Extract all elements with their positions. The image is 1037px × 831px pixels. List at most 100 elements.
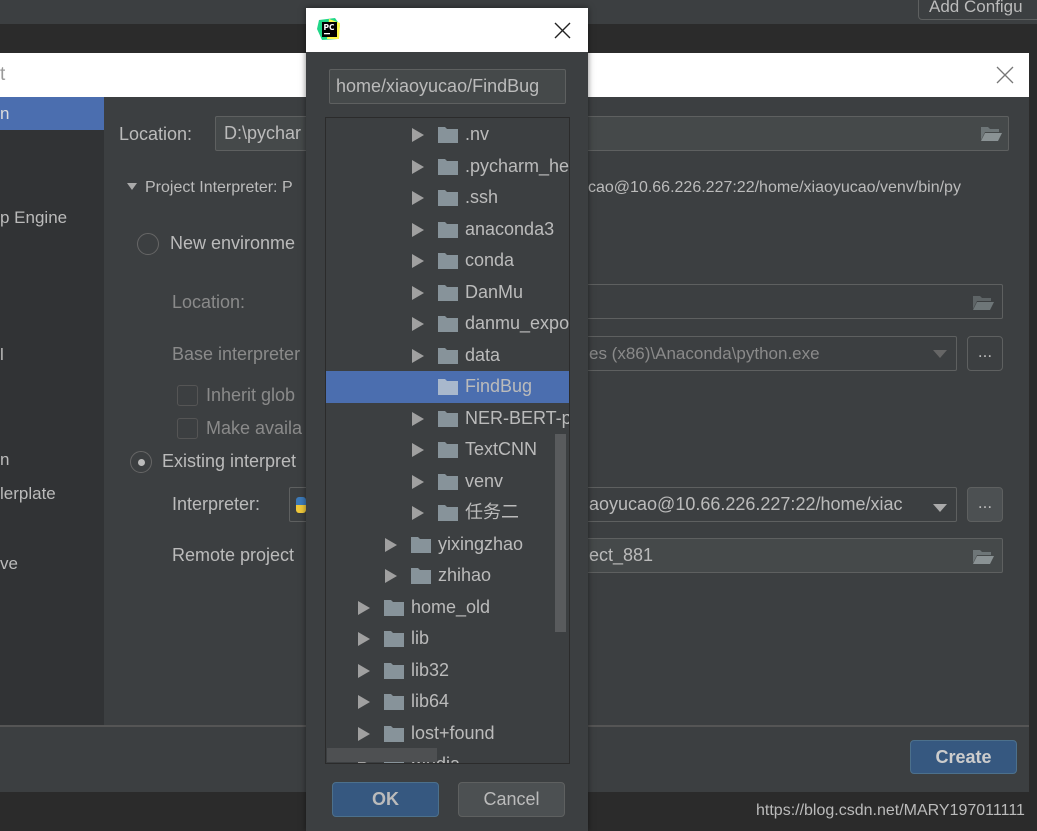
expand-triangle-icon[interactable] (412, 254, 424, 268)
tree-row-label: home_old (411, 596, 491, 617)
tree-row[interactable]: TextCNN (326, 434, 569, 466)
tree-row-label: zhihao (438, 565, 492, 585)
tree-row-label: conda (465, 250, 515, 270)
tree-row[interactable]: 任务二 (326, 497, 569, 529)
vertical-scrollbar[interactable] (555, 434, 566, 632)
tree-row-label: lib (411, 628, 430, 648)
folder-open-icon[interactable] (980, 125, 1002, 141)
expand-triangle-icon[interactable] (412, 128, 424, 142)
folder-open-icon[interactable] (972, 294, 994, 310)
ok-button[interactable]: OK (332, 782, 439, 817)
folder-icon (438, 253, 458, 269)
expand-triangle-icon[interactable] (358, 663, 370, 678)
expand-triangle-icon[interactable] (358, 632, 370, 646)
folder-icon (384, 631, 404, 647)
tree-row[interactable]: anaconda3 (326, 214, 569, 246)
tree-row[interactable]: NER-BERT-p (326, 403, 570, 435)
browse-interpreter-button[interactable]: ... (967, 487, 1003, 522)
close-icon[interactable] (554, 22, 571, 39)
tree-row[interactable]: lost+found (326, 718, 569, 750)
horizontal-scrollbar[interactable] (327, 748, 437, 762)
watermark: https://blog.csdn.net/MARY197011111 (756, 802, 1025, 819)
tree-row[interactable]: lib32 (326, 655, 569, 687)
tree-row-label: .ssh (465, 187, 499, 207)
folder-icon (438, 473, 458, 490)
python-icon (296, 497, 306, 513)
tree-row[interactable]: lib (326, 623, 569, 655)
tree-row-label: .nv (465, 124, 490, 144)
expand-triangle-icon[interactable] (412, 285, 424, 300)
expand-triangle-icon[interactable] (358, 600, 370, 615)
tree-row[interactable]: yixingzhao (326, 529, 569, 561)
tree-row[interactable]: danmu_expo (326, 308, 569, 340)
existing-interpreter-label: Existing interpret (162, 451, 297, 471)
tree-row[interactable]: .pycharm_he (326, 151, 570, 183)
path-input[interactable]: home/xiaoyucao/FindBug (329, 69, 566, 104)
close-icon[interactable] (996, 66, 1014, 84)
tree-row-label: lib32 (411, 659, 450, 680)
expand-triangle-icon[interactable] (412, 222, 424, 237)
sidebar-item[interactable]: n (0, 97, 104, 130)
tree-row-label: lib64 (411, 691, 450, 711)
chevron-down-icon[interactable] (933, 350, 947, 358)
remote-project-label: Remote project (172, 545, 295, 565)
expand-triangle-icon[interactable] (412, 348, 424, 363)
inherit-packages-label: Inherit glob (206, 385, 296, 405)
expand-triangle-icon[interactable] (412, 411, 424, 426)
folder-icon (438, 158, 458, 175)
tree-row[interactable]: DanMu (326, 277, 569, 309)
expand-triangle-icon[interactable] (358, 726, 370, 741)
expand-triangle-icon[interactable] (385, 537, 397, 552)
location-label: Location: (119, 124, 193, 144)
tree-row-label: .pycharm_he (465, 155, 570, 176)
tree-row-label: data (465, 344, 501, 365)
create-button[interactable]: Create (910, 740, 1017, 774)
remote-project-input[interactable]: ect_881 (560, 538, 1003, 573)
expand-triangle-icon[interactable] (358, 695, 370, 709)
folder-open-icon[interactable] (972, 548, 994, 564)
cancel-button[interactable]: Cancel (458, 782, 565, 817)
dialog-title: t (0, 64, 6, 85)
new-env-location-input[interactable] (560, 284, 1003, 319)
expand-triangle-icon[interactable] (412, 506, 424, 520)
existing-interpreter-radio[interactable] (130, 451, 152, 473)
tree-row[interactable]: data (326, 340, 569, 372)
expand-triangle-icon[interactable] (412, 474, 424, 489)
sidebar-item[interactable]: l (0, 338, 104, 371)
make-available-checkbox[interactable] (177, 418, 198, 439)
tree-row[interactable]: conda (326, 245, 569, 277)
browse-base-interpreter-button[interactable]: ... (967, 336, 1003, 371)
expand-triangle-icon[interactable] (385, 569, 397, 583)
interpreter-label: Interpreter: (172, 494, 261, 514)
sidebar-item[interactable]: lerplate (0, 477, 104, 510)
expand-triangle-icon[interactable] (412, 159, 424, 174)
sidebar-item[interactable]: n (0, 443, 104, 476)
chevron-down-icon[interactable] (933, 504, 947, 512)
inherit-packages-checkbox[interactable] (177, 385, 198, 406)
project-interpreter-label[interactable]: Project Interpreter: P (145, 179, 293, 197)
sidebar-item[interactable]: p Engine (0, 201, 104, 234)
expand-triangle-icon[interactable] (412, 317, 424, 331)
tree-row-label: NER-BERT-p (465, 407, 570, 428)
new-env-location-label: Location: (172, 292, 246, 312)
base-interpreter-select[interactable]: es (x86)\Anaconda\python.exe (560, 336, 957, 371)
tree-row[interactable]: .ssh (326, 182, 569, 214)
tree-row[interactable]: venv (326, 466, 569, 498)
folder-icon (384, 662, 404, 679)
directory-tree[interactable]: .nv .pycharm_he .ssh anaconda3 conda DanMu dan… (325, 117, 570, 764)
expand-triangle-icon[interactable] (412, 443, 424, 457)
new-environment-radio[interactable] (137, 233, 159, 255)
sidebar-item[interactable]: ve (0, 547, 104, 580)
tree-row[interactable]: FindBug (326, 371, 569, 403)
tree-row[interactable]: home_old (326, 592, 569, 624)
add-configuration-button[interactable]: Add Configu (918, 0, 1037, 20)
tree-row[interactable]: lib64 (326, 686, 569, 718)
expand-triangle-icon[interactable] (412, 191, 424, 205)
folder-icon (438, 127, 458, 143)
base-interpreter-value: es (x86)\Anaconda\python.exe (589, 344, 820, 363)
tree-row-label: anaconda3 (465, 218, 555, 239)
tree-row[interactable]: zhihao (326, 560, 569, 592)
tree-row[interactable]: .nv (326, 119, 569, 151)
file-chooser-dialog: PC home/xiaoyucao/FindBug .nv .pycharm_he… (306, 8, 588, 831)
collapse-triangle-icon[interactable] (127, 183, 137, 190)
